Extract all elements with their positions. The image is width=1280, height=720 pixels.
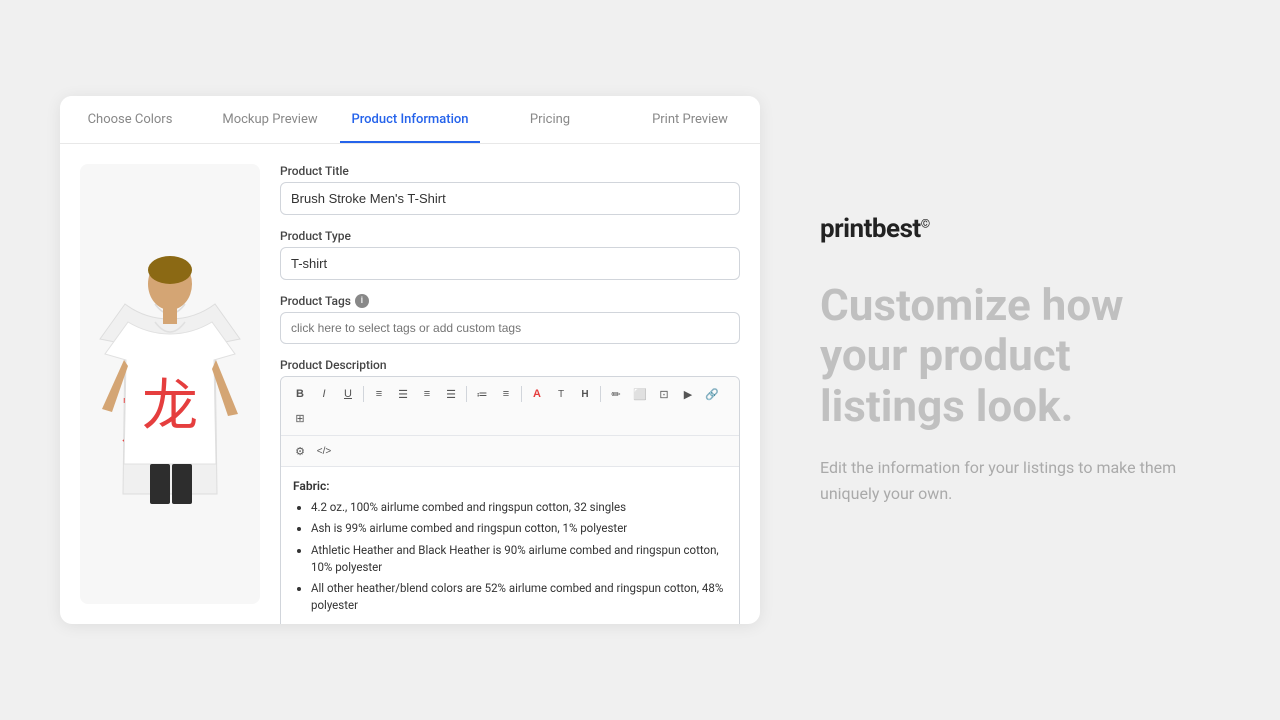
align-justify-button[interactable]: ☰: [440, 383, 462, 405]
table-button[interactable]: ⊡: [653, 383, 675, 405]
toolbar-sep-1: [363, 386, 364, 402]
brand-logo: printbest©: [820, 214, 1180, 244]
align-right-button[interactable]: ≡: [416, 383, 438, 405]
align-center-button[interactable]: ☰: [392, 383, 414, 405]
tab-print-preview[interactable]: Print Preview: [620, 96, 760, 143]
product-tags-label: Product Tags i: [280, 294, 740, 308]
fabric-heading: Fabric:: [293, 479, 727, 493]
product-description-group: Product Description B I U ≡ ☰ ≡ ☰: [280, 358, 740, 624]
fabric-list: 4.2 oz., 100% airlume combed and ringspu…: [293, 499, 727, 615]
tshirt-image: 龙: [95, 264, 245, 504]
image-button[interactable]: ⬜: [629, 383, 651, 405]
draw-button[interactable]: ✏: [605, 383, 627, 405]
content-area: 龙: [60, 144, 760, 624]
editor-content[interactable]: Fabric: 4.2 oz., 100% airlume combed and…: [281, 467, 739, 624]
fabric-item-4: All other heather/blend colors are 52% a…: [311, 580, 727, 615]
product-type-input[interactable]: [280, 247, 740, 280]
heading-button[interactable]: H: [574, 383, 596, 405]
tab-mockup-preview[interactable]: Mockup Preview: [200, 96, 340, 143]
product-title-label: Product Title: [280, 164, 740, 178]
tshirt-container: 龙: [90, 254, 250, 514]
product-description-label: Product Description: [280, 358, 740, 372]
fabric-item-3: Athletic Heather and Black Heather is 90…: [311, 542, 727, 577]
hero-headline: Customize how your product listings look…: [820, 280, 1180, 432]
product-type-label: Product Type: [280, 229, 740, 243]
product-tags-input[interactable]: [280, 312, 740, 344]
editor-toolbar-row2: ⚙ </>: [281, 436, 739, 467]
page-wrapper: Choose Colors Mockup Preview Product Inf…: [0, 0, 1280, 720]
right-panel: printbest© Customize how your product li…: [780, 194, 1220, 527]
product-tags-group: Product Tags i: [280, 294, 740, 344]
tab-product-information[interactable]: Product Information: [340, 96, 480, 143]
fabric-section: Fabric: 4.2 oz., 100% airlume combed and…: [293, 479, 727, 615]
editor-toolbar-row1: B I U ≡ ☰ ≡ ☰ ≔ ≡ A: [281, 377, 739, 436]
svg-text:龙: 龙: [120, 379, 190, 456]
italic-button[interactable]: I: [313, 383, 335, 405]
tab-bar: Choose Colors Mockup Preview Product Inf…: [60, 96, 760, 144]
product-title-group: Product Title: [280, 164, 740, 215]
text-style-button[interactable]: T: [550, 383, 572, 405]
hero-subtext: Edit the information for your listings t…: [820, 455, 1180, 506]
toolbar-sep-3: [521, 386, 522, 402]
font-color-button[interactable]: A: [526, 383, 548, 405]
fabric-item-1: 4.2 oz., 100% airlume combed and ringspu…: [311, 499, 727, 516]
product-title-input[interactable]: [280, 182, 740, 215]
tab-choose-colors[interactable]: Choose Colors: [60, 96, 200, 143]
ordered-list-button[interactable]: ≔: [471, 383, 493, 405]
tab-pricing[interactable]: Pricing: [480, 96, 620, 143]
form-area: Product Title Product Type Product Tags …: [280, 164, 740, 604]
settings-button[interactable]: ⚙: [289, 440, 311, 462]
product-tags-info-icon[interactable]: i: [355, 294, 369, 308]
grid-button[interactable]: ⊞: [289, 407, 311, 429]
align-left-button[interactable]: ≡: [368, 383, 390, 405]
video-button[interactable]: ▶: [677, 383, 699, 405]
bold-button[interactable]: B: [289, 383, 311, 405]
fabric-item-2: Ash is 99% airlume combed and ringspun c…: [311, 520, 727, 537]
product-type-group: Product Type: [280, 229, 740, 280]
link-button[interactable]: 🔗: [701, 383, 723, 405]
unordered-list-button[interactable]: ≡: [495, 383, 517, 405]
toolbar-sep-4: [600, 386, 601, 402]
toolbar-sep-2: [466, 386, 467, 402]
product-image-area: 龙: [80, 164, 260, 604]
rich-text-editor: B I U ≡ ☰ ≡ ☰ ≔ ≡ A: [280, 376, 740, 624]
code-button[interactable]: </>: [313, 440, 335, 462]
underline-button[interactable]: U: [337, 383, 359, 405]
left-panel: Choose Colors Mockup Preview Product Inf…: [60, 96, 760, 624]
